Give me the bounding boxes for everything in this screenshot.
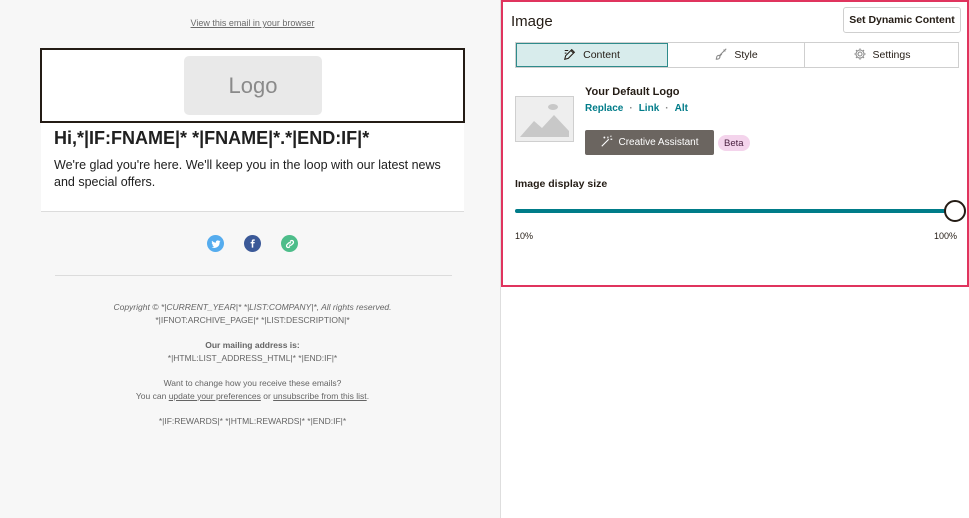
email-preview: View this email in your browser Logo Hi,… (0, 0, 501, 518)
slider-min-label: 10% (515, 231, 534, 241)
footer-description: *|IFNOT:ARCHIVE_PAGE|* *|LIST:DESCRIPTIO… (155, 314, 350, 325)
image-size-label: Image display size (515, 178, 608, 190)
footer-copyright: Copyright © *|CURRENT_YEAR|* *|LIST:COMP… (113, 302, 392, 312)
panel-tabs: Content Style Settings (515, 42, 959, 68)
tab-settings[interactable]: Settings (805, 43, 958, 67)
greeting-heading: Hi,*|IF:FNAME|* *|FNAME|*.*|END:IF|* (54, 128, 370, 148)
tab-style[interactable]: Style (668, 43, 805, 67)
image-thumbnail[interactable] (515, 96, 574, 142)
image-placeholder-icon (516, 97, 573, 141)
email-footer: Copyright © *|CURRENT_YEAR|* *|LIST:COMP… (0, 301, 505, 428)
footer-mailing-value: *|HTML:LIST_ADDRESS_HTML|* *|END:IF|* (167, 352, 338, 363)
magic-wand-icon (600, 134, 614, 151)
footer-divider (55, 275, 452, 276)
image-actions: Replace · Link · Alt (585, 103, 688, 114)
slider-max-label: 100% (933, 231, 957, 241)
panel-title: Image (511, 13, 553, 30)
update-preferences-link[interactable]: update your preferences (169, 391, 261, 401)
slider-fill (515, 209, 955, 213)
unsubscribe-link[interactable]: unsubscribe from this list (273, 391, 367, 401)
replace-link[interactable]: Replace (585, 103, 623, 114)
image-properties-panel: Image Set Dynamic Content Content Style … (501, 0, 969, 287)
footer-rewards: *|IF:REWARDS|* *|HTML:REWARDS|* *|END:IF… (158, 416, 347, 426)
brush-icon (714, 47, 728, 64)
alt-link[interactable]: Alt (675, 103, 688, 114)
tab-content[interactable]: Content (516, 43, 668, 67)
footer-mailing-heading: Our mailing address is: (205, 340, 300, 350)
gear-icon (853, 47, 867, 64)
view-in-browser-link[interactable]: View this email in your browser (0, 18, 505, 28)
edit-icon (563, 47, 577, 64)
slider-handle[interactable] (944, 200, 966, 222)
image-size-slider[interactable] (515, 200, 966, 222)
image-name: Your Default Logo (585, 86, 680, 98)
facebook-icon[interactable] (244, 235, 261, 252)
beta-badge: Beta (718, 135, 750, 151)
link-link[interactable]: Link (639, 103, 660, 114)
text-block[interactable]: Hi,*|IF:FNAME|* *|FNAME|*.*|END:IF|* We'… (41, 123, 464, 212)
logo-placeholder: Logo (184, 56, 322, 115)
footer-preferences-line: You can update your preferences or unsub… (135, 390, 370, 401)
set-dynamic-content-button[interactable]: Set Dynamic Content (843, 7, 961, 33)
footer-change-question: Want to change how you receive these ema… (163, 378, 342, 388)
creative-assistant-button[interactable]: Creative Assistant (585, 130, 714, 155)
intro-text: We're glad you're here. We'll keep you i… (54, 158, 441, 189)
twitter-icon[interactable] (207, 235, 224, 252)
social-links (0, 235, 505, 252)
link-icon[interactable] (281, 235, 298, 252)
logo-block[interactable]: Logo (40, 48, 465, 123)
